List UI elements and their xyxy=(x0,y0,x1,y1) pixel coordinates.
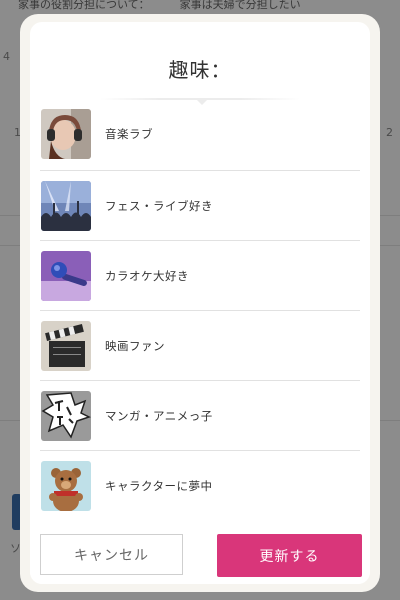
manga-speech-bubble-icon xyxy=(41,390,91,441)
hobby-item-music[interactable]: 音楽ラブ xyxy=(40,98,360,171)
cancel-button[interactable]: キャンセル xyxy=(40,534,183,575)
update-button[interactable]: 更新する xyxy=(217,534,362,577)
hobby-modal: 趣味： 音楽ラブ フェス・ライブ好き カラオケ大好き 映画ファン マンガ・アニメ… xyxy=(20,14,380,592)
modal-title: 趣味： xyxy=(168,58,232,82)
microphone-icon xyxy=(41,250,91,301)
hobby-item-character[interactable]: キャラクターに夢中 xyxy=(40,451,360,518)
teddy-bear-icon xyxy=(41,460,91,511)
modal-panel: 趣味： 音楽ラブ フェス・ライブ好き カラオケ大好き 映画ファン マンガ・アニメ… xyxy=(30,22,370,584)
hobby-item-festival[interactable]: フェス・ライブ好き xyxy=(40,171,360,241)
modal-footer: キャンセル 更新する xyxy=(30,518,370,584)
clapperboard-icon xyxy=(41,320,91,371)
hobby-item-manga[interactable]: マンガ・アニメっ子 xyxy=(40,381,360,451)
hobby-item-karaoke[interactable]: カラオケ大好き xyxy=(40,241,360,311)
hobby-list[interactable]: 音楽ラブ フェス・ライブ好き カラオケ大好き 映画ファン マンガ・アニメっ子 キ… xyxy=(30,98,370,518)
concert-crowd-icon xyxy=(41,180,91,231)
hobby-item-label: キャラクターに夢中 xyxy=(105,478,213,493)
hobby-item-label: 映画ファン xyxy=(105,338,165,353)
hobby-item-label: マンガ・アニメっ子 xyxy=(105,408,213,423)
hobby-item-label: 音楽ラブ xyxy=(105,127,153,141)
hobby-item-label: カラオケ大好き xyxy=(105,268,189,283)
music-headphones-icon xyxy=(41,109,91,159)
hobby-item-label: フェス・ライブ好き xyxy=(105,198,213,213)
hobby-item-movie[interactable]: 映画ファン xyxy=(40,311,360,381)
